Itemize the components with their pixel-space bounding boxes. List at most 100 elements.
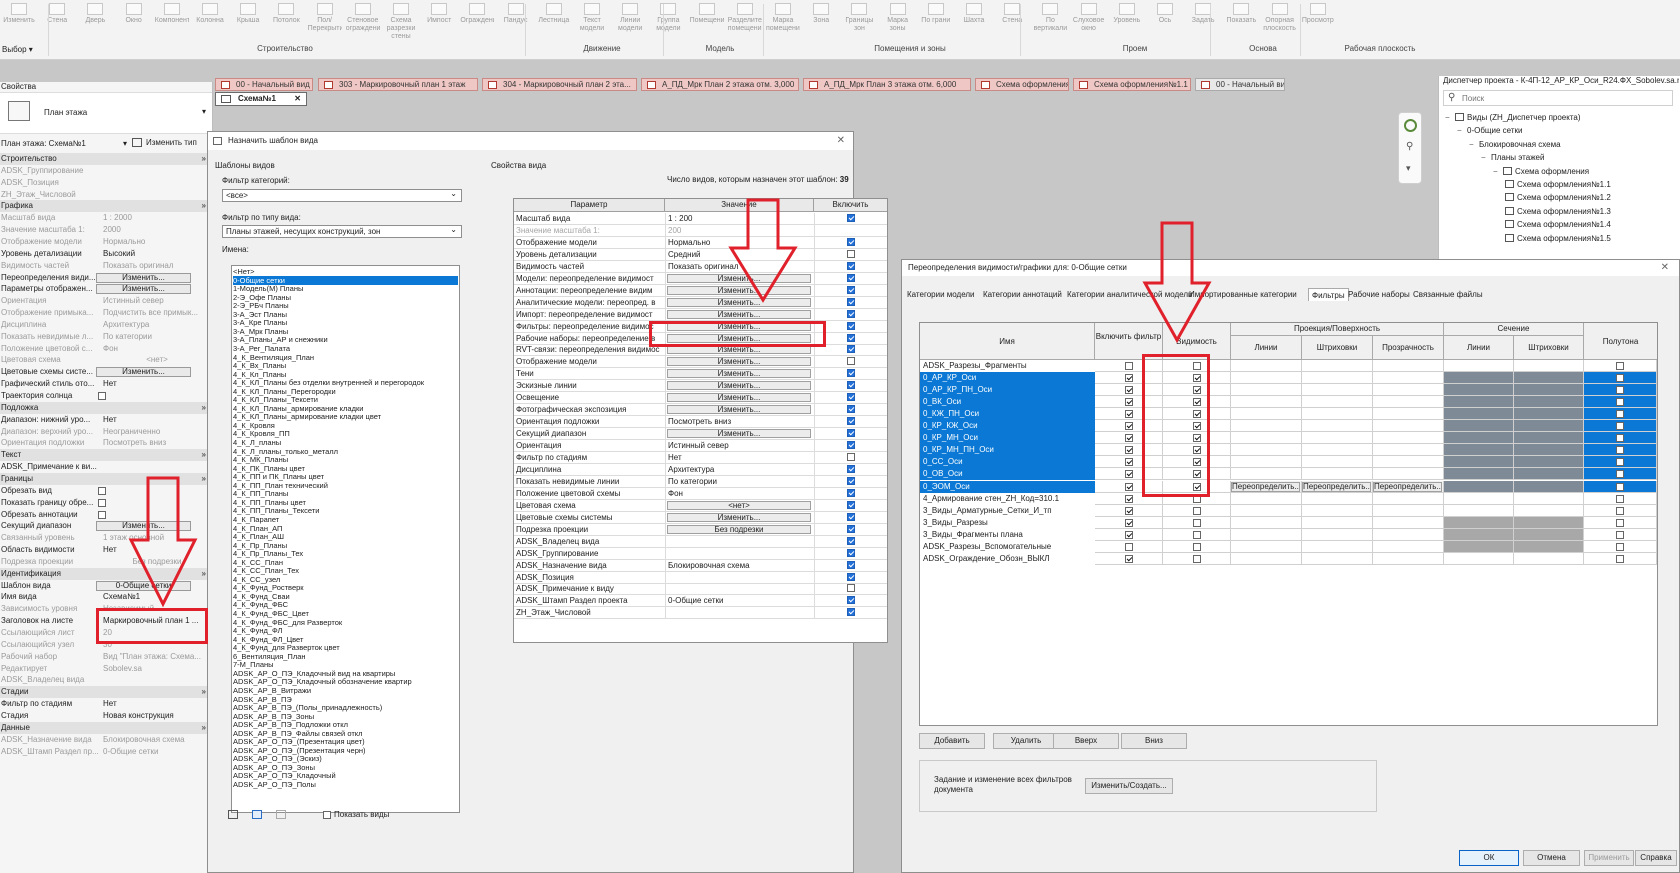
expand-toggle-icon[interactable]: − [1481, 152, 1491, 164]
close-tab-icon[interactable]: ✕ [294, 93, 301, 105]
property-value[interactable]: Схема№1 [103, 591, 211, 603]
include-checkbox[interactable] [847, 321, 855, 330]
halftone-checkbox[interactable] [1616, 362, 1624, 370]
include-checkbox[interactable] [847, 249, 855, 258]
category-filter-select[interactable]: <все> [222, 189, 462, 202]
halftone-checkbox[interactable] [1616, 398, 1624, 407]
halftone-checkbox[interactable] [1616, 506, 1624, 515]
include-checkbox[interactable] [847, 345, 855, 354]
property-edit-button[interactable]: 0-Общие сетки [96, 580, 191, 591]
browser-node[interactable]: Схема оформления№1.3 [1505, 206, 1611, 218]
visibility-checkbox[interactable] [1193, 554, 1201, 563]
browser-node[interactable]: −0-Общие сетки [1457, 125, 1522, 137]
halftone-checkbox[interactable] [1616, 446, 1624, 455]
property-value[interactable]: 1 : 2000 [103, 212, 211, 224]
ribbon-tool[interactable]: Изменить [2, 0, 36, 42]
duplicate-icon[interactable] [228, 810, 238, 819]
expand-toggle-icon[interactable]: − [1493, 166, 1503, 178]
ribbon-tool[interactable]: По грани [919, 0, 953, 42]
halftone-checkbox[interactable] [1616, 530, 1624, 539]
ribbon-tool[interactable]: Показать [1224, 0, 1258, 42]
include-checkbox[interactable] [847, 453, 855, 461]
include-checkbox[interactable] [847, 608, 855, 617]
add-filter-button[interactable]: Добавить [919, 733, 985, 749]
property-section-header[interactable]: Текст [0, 449, 212, 462]
close-icon[interactable]: ✕ [837, 132, 845, 150]
include-checkbox[interactable] [847, 488, 855, 497]
ribbon-tool[interactable]: Компонент [155, 0, 189, 42]
include-checkbox[interactable] [847, 560, 855, 569]
filter-row[interactable]: 0_СС_Оси [920, 456, 1657, 469]
enable-filter-checkbox[interactable] [1125, 362, 1133, 370]
property-section-header[interactable]: Границы [0, 472, 212, 485]
property-value[interactable]: 1 этаж основной [103, 532, 211, 544]
ribbon-tool[interactable]: Марка помещения [766, 0, 800, 42]
enable-filter-checkbox[interactable] [1125, 470, 1133, 479]
halftone-checkbox[interactable] [1616, 386, 1624, 395]
visibility-checkbox[interactable] [1193, 506, 1201, 515]
property-value[interactable]: Фон [103, 343, 211, 355]
expand-toggle-icon[interactable]: − [1469, 139, 1479, 151]
property-section-header[interactable]: Данные [0, 721, 212, 734]
enable-filter-checkbox[interactable] [1125, 458, 1133, 467]
property-edit-button[interactable]: Изменить... [96, 284, 191, 295]
ribbon-tool[interactable]: Текст модели [575, 0, 609, 42]
param-edit-button[interactable]: Изменить... [667, 429, 811, 439]
ribbon-tool[interactable]: Опорная плоскость [1263, 0, 1297, 42]
show-views-checkbox[interactable] [323, 811, 331, 819]
ribbon-tool[interactable]: Лестница [537, 0, 571, 42]
filter-row[interactable]: 0_АР_КР_Оси [920, 372, 1657, 385]
param-edit-button[interactable]: Изменить... [667, 512, 811, 522]
param-edit-button[interactable]: Изменить... [667, 405, 811, 415]
include-checkbox[interactable] [847, 584, 855, 593]
halftone-checkbox[interactable] [1616, 470, 1624, 479]
delete-icon[interactable] [276, 810, 286, 819]
help-button[interactable]: Справка [1635, 850, 1677, 866]
filter-row[interactable]: 0_ВК_Оси [920, 396, 1657, 409]
enable-filter-checkbox[interactable] [1125, 542, 1133, 551]
include-checkbox[interactable] [847, 237, 855, 246]
include-checkbox[interactable] [847, 309, 855, 318]
include-checkbox[interactable] [847, 393, 855, 402]
property-section-header[interactable]: Идентификация [0, 567, 212, 580]
halftone-checkbox[interactable] [1616, 422, 1624, 431]
view-tab[interactable]: 00 - Начальный вид [215, 78, 313, 91]
property-value[interactable]: Без подрезки [103, 556, 211, 568]
rename-icon[interactable] [252, 810, 262, 819]
view-type-filter-select[interactable]: Планы этажей, несущих конструкций, зон [222, 225, 462, 238]
filter-row[interactable]: 0_КР_КЖ_Оси [920, 420, 1657, 433]
property-value[interactable]: Вид "План этажа: Схема... [103, 651, 211, 663]
include-checkbox[interactable] [847, 548, 855, 557]
browser-node[interactable]: − Блокировочная схема [1469, 139, 1561, 151]
include-checkbox[interactable] [847, 381, 855, 390]
view-tab[interactable]: 304 - Маркировочный план 2 эта... [482, 78, 637, 91]
property-section-header[interactable]: Подложка [0, 401, 212, 414]
view-tab[interactable]: 00 - Начальный вид [1195, 78, 1285, 91]
filter-row[interactable]: 0_ЭОМ_Оси Переопределить... Переопределить… [920, 480, 1657, 493]
property-checkbox[interactable] [98, 510, 106, 519]
property-value[interactable]: Показать оригинал [103, 260, 211, 272]
ribbon-tool[interactable]: Группа модели [651, 0, 685, 42]
halftone-checkbox[interactable] [1616, 374, 1624, 383]
property-checkbox[interactable] [98, 486, 106, 495]
move-down-button[interactable]: Вниз [1121, 733, 1187, 749]
filter-row[interactable]: ADSK_Ограждение_Обозн_ВЫКЛ [920, 552, 1657, 565]
override-button[interactable]: Переопределить... [1231, 481, 1300, 492]
instance-selector[interactable]: План этажа: Схема№1 ▾ [1, 138, 129, 150]
type-selector[interactable]: План этажа ▾ [0, 92, 212, 134]
property-value[interactable]: Sobolev.sa [103, 663, 211, 675]
ribbon-tool[interactable]: Зона [804, 0, 838, 42]
property-value[interactable]: Нормально [103, 236, 211, 248]
browser-search[interactable]: ⚲ [1443, 90, 1673, 106]
include-checkbox[interactable] [847, 429, 855, 438]
property-section-header[interactable]: Графика [0, 200, 212, 213]
halftone-checkbox[interactable] [1616, 410, 1624, 419]
property-checkbox[interactable] [98, 392, 106, 400]
include-checkbox[interactable] [847, 357, 855, 366]
include-checkbox[interactable] [847, 285, 855, 294]
filter-row[interactable]: 0_АР_КР_ПН_Оси [920, 384, 1657, 397]
param-edit-button[interactable]: Изменить... [667, 381, 811, 391]
expand-toggle-icon[interactable]: − [1457, 125, 1467, 137]
filter-row[interactable]: 0_ОВ_Оси [920, 468, 1657, 481]
vg-tab[interactable]: Категории аналитической модели [1067, 288, 1192, 301]
